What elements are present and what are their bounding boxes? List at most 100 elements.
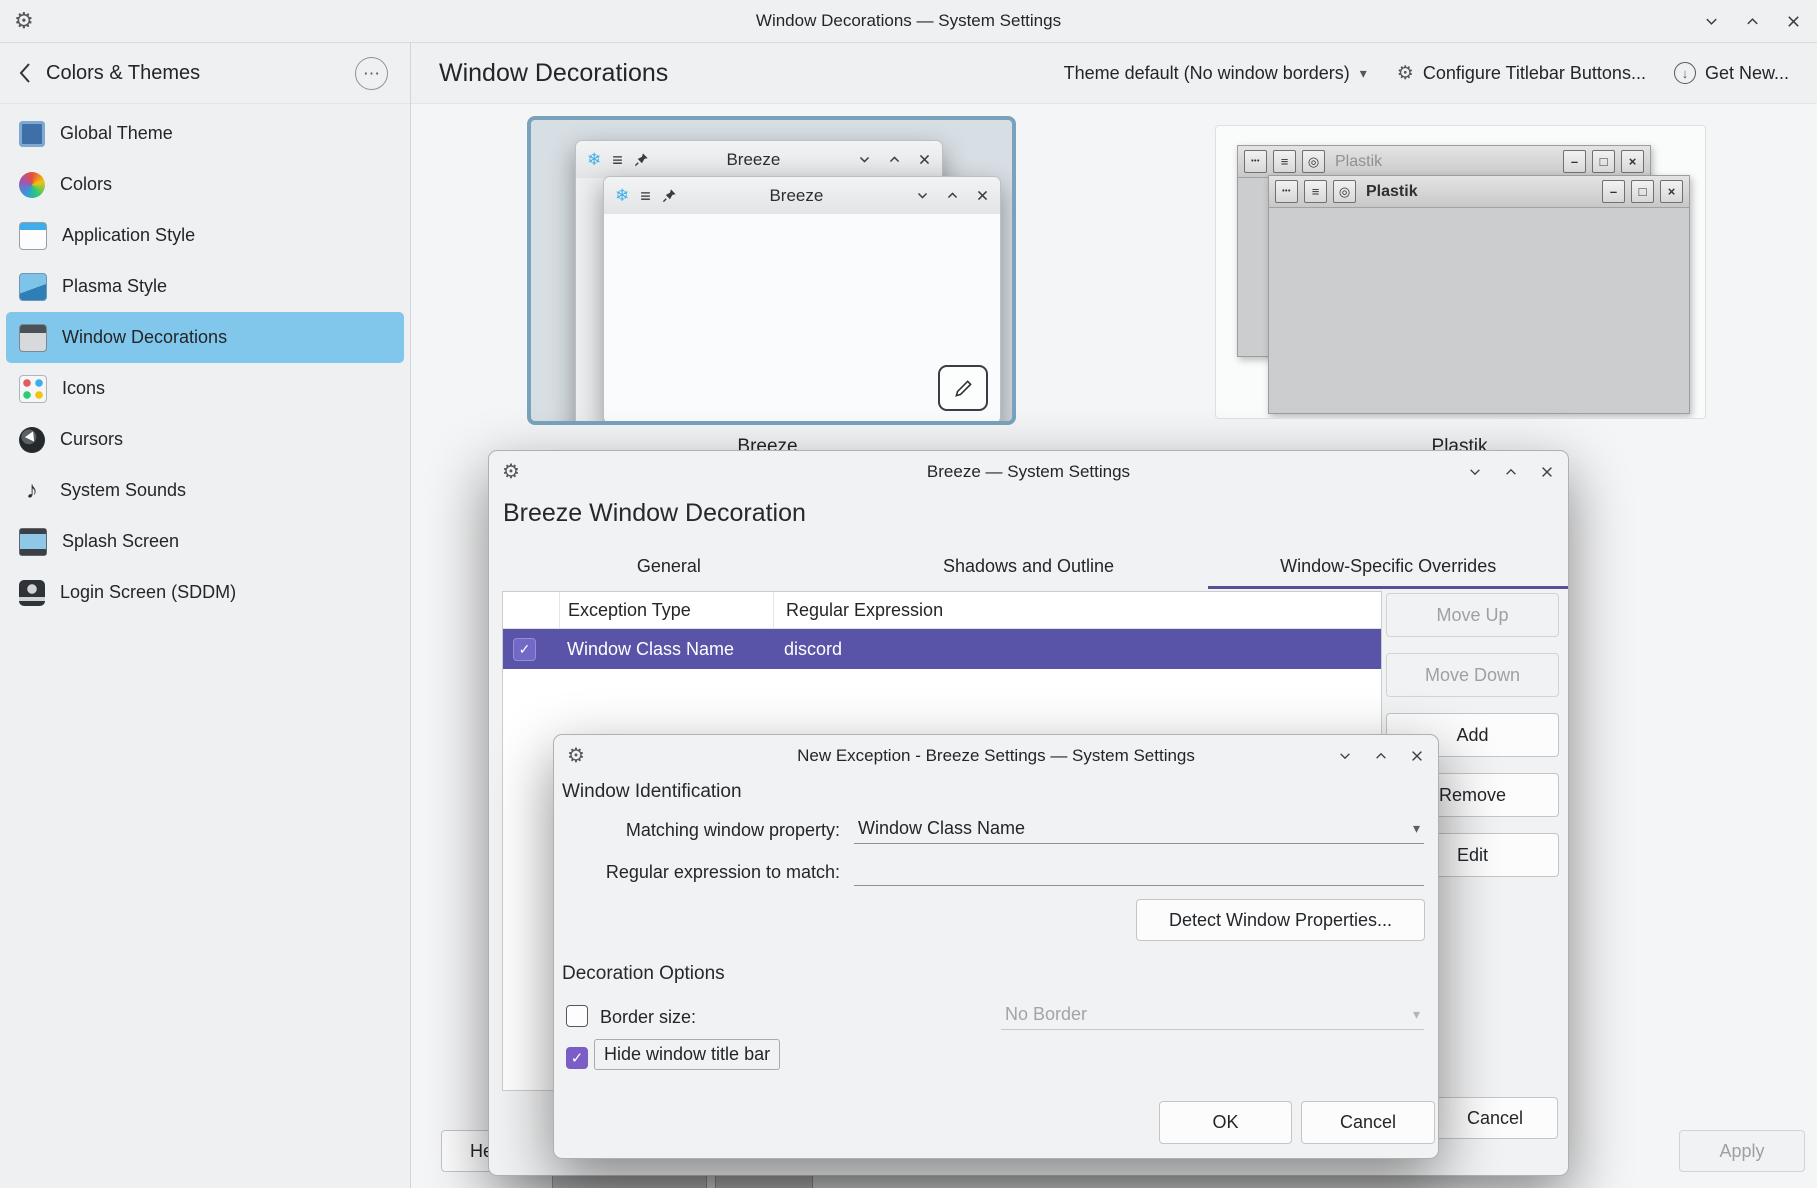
cancel-label: Cancel	[1340, 1112, 1396, 1133]
tab-bar: General Shadows and Outline Window-Speci…	[489, 547, 1568, 589]
minimize-icon: –	[1563, 150, 1586, 173]
dialog-titlebar[interactable]: ⚙ New Exception - Breeze Settings — Syst…	[554, 735, 1438, 777]
sidebar-item-label: Cursors	[60, 429, 123, 450]
dialog-titlebar[interactable]: ⚙ Breeze — System Settings	[489, 451, 1568, 493]
matching-property-value: Window Class Name	[858, 818, 1025, 839]
apply-label: Apply	[1719, 1141, 1764, 1162]
close-icon[interactable]	[1540, 465, 1554, 479]
border-size-dropdown[interactable]: No Border ▾	[1001, 999, 1424, 1030]
breadcrumb: Colors & Themes ⋯	[0, 43, 410, 103]
edit-theme-button[interactable]	[938, 365, 988, 411]
window-titlebar[interactable]: ⚙ Window Decorations — System Settings	[0, 0, 1817, 43]
sidebar-item-system-sounds[interactable]: ♪System Sounds	[6, 465, 404, 516]
sidebar-item-cursors[interactable]: Cursors	[6, 414, 404, 465]
move-up-button[interactable]: Move Up	[1386, 593, 1559, 637]
maximize-icon[interactable]	[1504, 465, 1518, 479]
tab-general[interactable]: General	[489, 547, 849, 589]
regex-input[interactable]	[854, 855, 1424, 886]
column-header-regular-expression[interactable]: Regular Expression	[773, 592, 1381, 628]
dialog-heading: Breeze Window Decoration	[503, 499, 806, 528]
minimize-icon[interactable]	[1468, 465, 1482, 479]
hide-titlebar-checkbox[interactable]: ✓	[566, 1047, 588, 1069]
table-row[interactable]: ✓ Window Class Name discord	[503, 629, 1381, 669]
menu-icon: ≡	[640, 187, 651, 205]
apply-button[interactable]: Apply	[1679, 1130, 1805, 1172]
ok-button[interactable]: OK	[1159, 1101, 1292, 1144]
maximize-icon[interactable]	[1374, 749, 1388, 763]
cell-exception-type: Window Class Name	[559, 639, 772, 660]
tab-shadows-outline[interactable]: Shadows and Outline	[849, 547, 1209, 589]
pin-icon	[634, 152, 649, 167]
regex-label: Regular expression to match:	[554, 862, 840, 883]
preview-window-title: Breeze	[660, 150, 847, 170]
detect-window-properties-button[interactable]: Detect Window Properties...	[1136, 899, 1425, 941]
gear-icon: ⚙	[1397, 62, 1414, 85]
overflow-menu-icon[interactable]: ⋯	[355, 57, 388, 90]
preview-window-title: Breeze	[688, 186, 905, 206]
sidebar-item-plasma-style[interactable]: Plasma Style	[6, 261, 404, 312]
column-header-exception-type[interactable]: Exception Type	[559, 592, 773, 628]
sidebar-item-label: Window Decorations	[62, 327, 227, 348]
maximize-icon: □	[1631, 180, 1654, 203]
icons-icon	[19, 375, 47, 403]
maximize-icon: □	[1592, 150, 1615, 173]
close-icon[interactable]	[1410, 749, 1424, 763]
minimize-icon[interactable]	[1704, 14, 1719, 29]
row-checkbox[interactable]: ✓	[513, 638, 536, 661]
sidebar-item-login-screen[interactable]: Login Screen (SDDM)	[6, 567, 404, 618]
get-new-button[interactable]: ↓ Get New...	[1674, 62, 1789, 84]
download-icon: ↓	[1674, 62, 1696, 84]
sidebar-item-splash-screen[interactable]: Splash Screen	[6, 516, 404, 567]
minimize-icon[interactable]	[1338, 749, 1352, 763]
tab-window-specific-overrides[interactable]: Window-Specific Overrides	[1208, 547, 1568, 589]
cancel-button[interactable]: Cancel	[1301, 1101, 1435, 1144]
get-new-label: Get New...	[1705, 63, 1789, 84]
close-icon[interactable]	[1786, 14, 1801, 29]
matching-property-dropdown[interactable]: Window Class Name ▾	[854, 813, 1424, 844]
plastik-app-icon: •••	[1275, 180, 1298, 203]
section-decoration-options: Decoration Options	[562, 963, 725, 985]
help-icon: ◎	[1302, 150, 1325, 173]
detect-label: Detect Window Properties...	[1169, 910, 1392, 931]
sidebar-item-icons[interactable]: Icons	[6, 363, 404, 414]
maximize-icon[interactable]	[1745, 14, 1760, 29]
preview-window-body	[604, 214, 1000, 423]
border-size-checkbox[interactable]	[566, 1005, 588, 1027]
close-icon	[918, 153, 931, 166]
preview-window-title: Plastik	[1366, 183, 1596, 201]
back-icon[interactable]	[18, 62, 32, 84]
header-row: Colors & Themes ⋯ Window Decorations The…	[0, 43, 1817, 104]
sidebar-item-application-style[interactable]: Application Style	[6, 210, 404, 261]
pin-icon	[662, 188, 677, 203]
edit-label: Edit	[1457, 845, 1488, 866]
move-down-label: Move Down	[1425, 665, 1520, 686]
theme-dropdown[interactable]: Theme default (No window borders) ▾	[1064, 63, 1367, 84]
remove-label: Remove	[1439, 785, 1506, 806]
breeze-app-icon: ❄	[615, 187, 629, 204]
window-decorations-icon	[19, 324, 47, 352]
hide-titlebar-label[interactable]: Hide window title bar	[594, 1039, 780, 1070]
system-settings-window: ⚙ Window Decorations — System Settings C…	[0, 0, 1817, 1188]
theme-dropdown-value: Theme default (No window borders)	[1064, 63, 1350, 84]
menu-icon: ≡	[1273, 150, 1296, 173]
chevron-down-icon: ▾	[1413, 1006, 1420, 1023]
cancel-button[interactable]: Cancel	[1432, 1097, 1558, 1139]
sidebar-item-label: Global Theme	[60, 123, 173, 144]
breadcrumb-label[interactable]: Colors & Themes	[46, 62, 200, 85]
sidebar-item-label: Icons	[62, 378, 105, 399]
breeze-app-icon: ❄	[587, 151, 601, 168]
sidebar: Global Theme Colors Application Style Pl…	[0, 104, 410, 1188]
cursors-icon	[19, 427, 45, 453]
sidebar-item-label: Plasma Style	[62, 276, 167, 297]
close-icon	[976, 189, 989, 202]
application-style-icon	[19, 222, 47, 250]
sidebar-item-window-decorations[interactable]: Window Decorations	[6, 312, 404, 363]
sidebar-item-global-theme[interactable]: Global Theme	[6, 108, 404, 159]
sidebar-item-colors[interactable]: Colors	[6, 159, 404, 210]
theme-card-plastik[interactable]: ••• ≡ ◎ Plastik – □ × ••• ≡ ◎ Plastik – …	[1215, 125, 1706, 419]
close-icon: ×	[1660, 180, 1683, 203]
chevron-down-icon: ▾	[1360, 65, 1367, 82]
theme-card-breeze[interactable]: ❄ ≡ Breeze ❄ ≡ Breeze	[527, 116, 1016, 425]
move-down-button[interactable]: Move Down	[1386, 653, 1559, 697]
configure-titlebar-button[interactable]: ⚙ Configure Titlebar Buttons...	[1397, 62, 1646, 85]
